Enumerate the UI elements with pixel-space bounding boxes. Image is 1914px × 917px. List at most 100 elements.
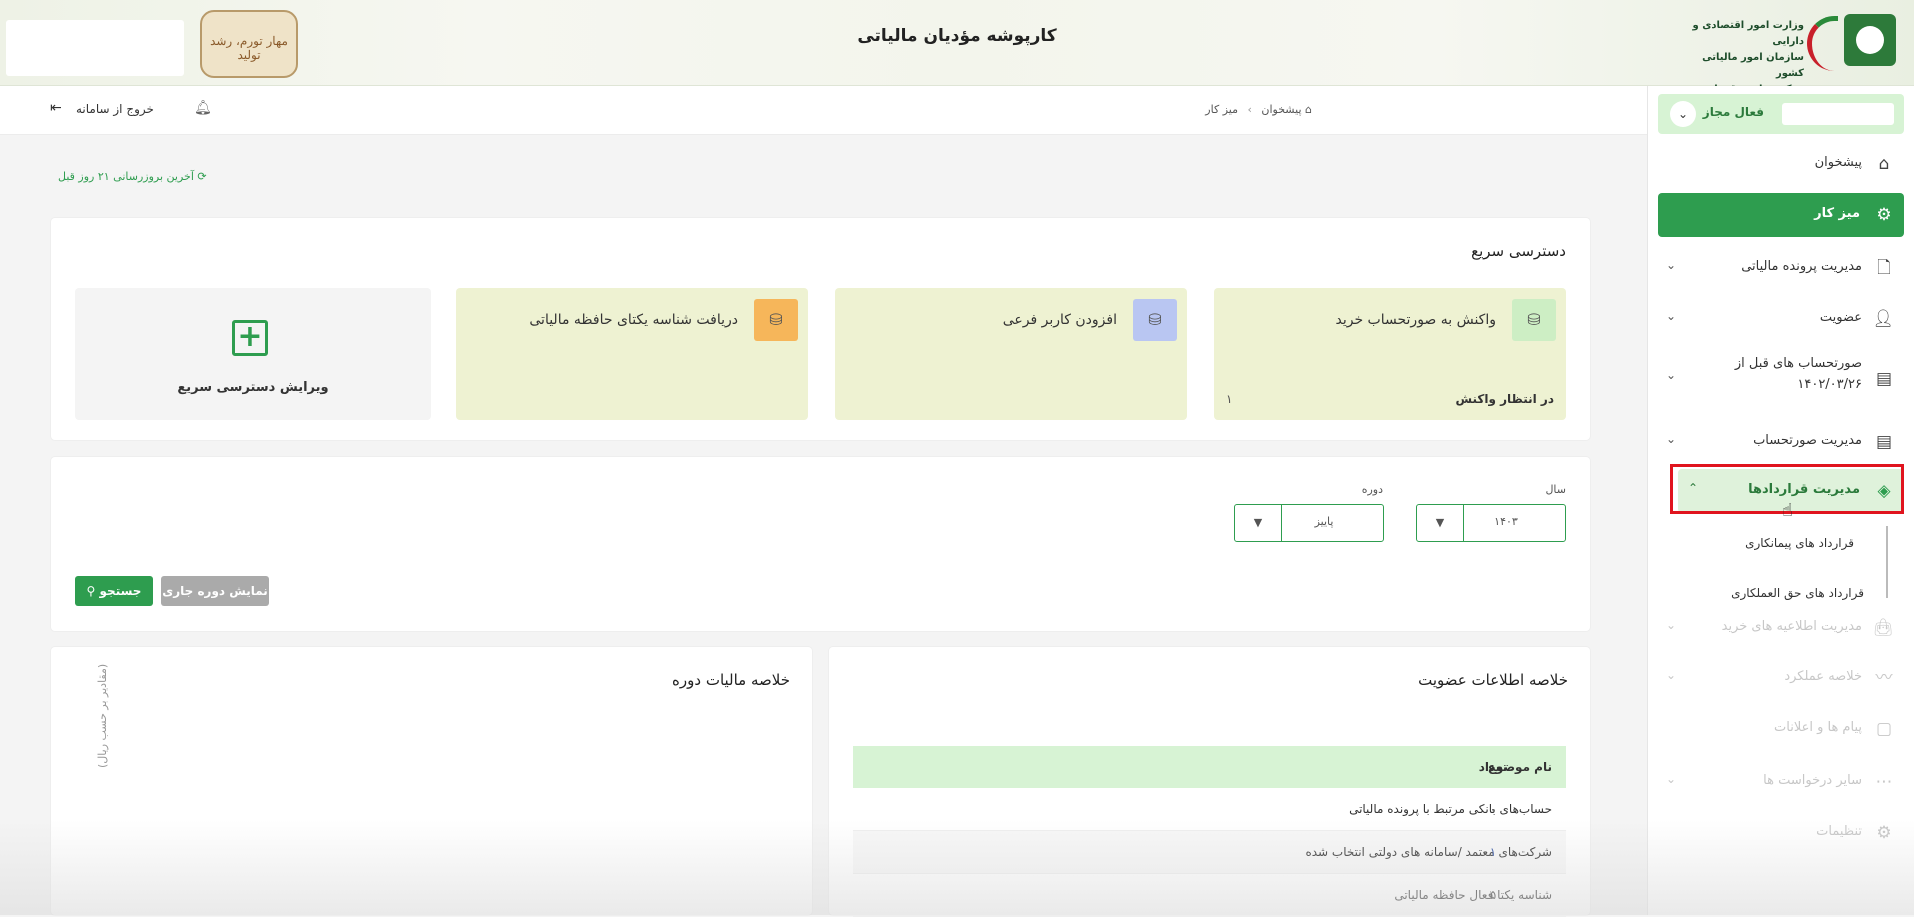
submenu-commission-contracts[interactable]: قرارداد های حق العملکاری [1731, 586, 1864, 600]
row-count-link[interactable]: ۱ [1453, 845, 1533, 859]
flag-icon [1807, 16, 1838, 71]
year-value: ۱۴۰۳ [1494, 515, 1518, 528]
membership-summary-card: خلاصه اطلاعات عضویت نام موضوع تعداد حساب… [829, 647, 1590, 917]
logout-icon[interactable]: ⇤ [50, 100, 62, 116]
sidebar-item-label: سایر درخواست ها [1763, 773, 1862, 788]
sidebar-item-label: مدیریت اطلاعیه های خرید [1721, 619, 1862, 634]
tile-label: افزودن کاربر فرعی [1002, 312, 1117, 328]
tile-label: واکنش به صورتحساب خرید [1335, 312, 1496, 328]
filter-card: سال ۱۴۰۳ ▼ دوره پاییز ▼ نمایش دوره جاری … [51, 457, 1590, 631]
coins-icon: ⛁ [1512, 299, 1556, 341]
row-count: ۰ [1489, 802, 1497, 816]
sidebar-item-label: خلاصه عملکرد [1784, 669, 1862, 684]
emblem-icon [1844, 14, 1896, 66]
edit-quick-access-label: ویرایش دسترسی سریع [177, 380, 329, 395]
sidebar-item-label: پیام ها و اعلانات [1774, 720, 1862, 735]
status-selector[interactable]: فعال مجاز ⌄ [1658, 94, 1904, 134]
sidebar-item-workspace[interactable]: ⚙ میز کار [1658, 193, 1904, 237]
sidebar-item-date: ۱۴۰۲/۰۳/۲۶ [1797, 377, 1862, 392]
tax-summary-card: خلاصه مالیات دوره [51, 647, 812, 915]
refresh-icon[interactable]: ⟳ [197, 170, 206, 183]
membership-summary-title: خلاصه اطلاعات عضویت [1418, 671, 1568, 689]
top-toolbar: خروج از سامانه ⇤ 🔔︎ ⌂ پیشخوان › میز کار [0, 86, 1647, 135]
file-icon: 🗋 [1877, 258, 1891, 278]
chevron-down-icon[interactable]: ⌄ [1670, 101, 1696, 127]
sidebar: فعال مجاز ⌄ ⌂ پیشخوان ⚙ میز کار 🗋 مدیریت… [1647, 86, 1914, 915]
sidebar-item-dashboard[interactable]: ⌂ پیشخوان [1648, 142, 1914, 186]
breadcrumb-home[interactable]: پیشخوان [1261, 103, 1301, 116]
sidebar-item-other-requests[interactable]: ⋯ سایر درخواست ها ⌄ [1648, 760, 1914, 804]
chevron-down-icon[interactable]: ▼ [1235, 505, 1282, 541]
plus-icon: + [232, 320, 268, 356]
sidebar-item-label: پیشخوان [1814, 155, 1862, 170]
bell-icon[interactable]: 🔔︎ [194, 100, 212, 116]
show-current-period-button[interactable]: نمایش دوره جاری [161, 576, 269, 606]
sidebar-item-membership[interactable]: 👤︎ عضویت ⌄ [1648, 297, 1914, 341]
sidebar-item-old-invoices[interactable]: ▤ صورتحساب های قبل از ۱۴۰۲/۰۳/۲۶ ⌄ [1648, 350, 1914, 408]
coins-icon: ⛁ [754, 299, 798, 341]
chevron-down-icon: ⌄ [1666, 618, 1677, 632]
home-icon: ⌂ [1878, 154, 1890, 174]
period-select[interactable]: پاییز ▼ [1234, 504, 1384, 542]
year-select[interactable]: ۱۴۰۳ ▼ [1416, 504, 1566, 542]
tile-get-tax-memory-id[interactable]: ⛁ دریافت شناسه یکتای حافظه مالیاتی [456, 288, 808, 420]
status-label: فعال مجاز [1702, 105, 1764, 119]
chart-y-axis-label: (مقادیر بر حسب ریال) [96, 663, 109, 768]
chart-icon: 〰 [1875, 668, 1893, 688]
home-icon: ⌂ [1301, 103, 1312, 116]
table-row: حساب‌های بانکی مرتبط با پرونده مالیاتی ۰ [853, 788, 1566, 831]
chevron-down-icon: ⌄ [1666, 258, 1677, 272]
period-value: پاییز [1314, 515, 1334, 528]
workspace-icon: ⚙ [1876, 205, 1892, 225]
last-update[interactable]: ⟳ آخرین بروزرسانی ۲۱ روز قبل [58, 170, 207, 183]
tile-add-sub-user[interactable]: ⛁ افزودن کاربر فرعی [835, 288, 1187, 420]
app-header: مهار تورم، رشد تولید کارپوشه مؤدیان مالی… [0, 0, 1914, 95]
quick-access-card: دسترسی سریع ⛁ واکنش به صورتحساب خرید در … [51, 218, 1590, 440]
chevron-left-icon: › [1247, 103, 1252, 116]
tax-summary-title: خلاصه مالیات دوره [672, 671, 790, 689]
sidebar-item-invoice-management[interactable]: ▤ مدیریت صورتحساب ⌄ [1648, 420, 1914, 464]
sidebar-item-label: صورتحساب های قبل از [1734, 356, 1862, 371]
message-icon: ▢ [1875, 719, 1893, 739]
chevron-down-icon: ⌄ [1666, 432, 1677, 446]
mouse-cursor-icon: ☝ [1782, 500, 1793, 521]
tile-label: دریافت شناسه یکتای حافظه مالیاتی [529, 312, 738, 328]
quick-access-title: دسترسی سریع [1471, 242, 1566, 260]
sidebar-item-label: میز کار [1814, 206, 1860, 221]
sidebar-item-settings[interactable]: ⚙ تنظیمات [1648, 811, 1914, 855]
logout-button[interactable]: خروج از سامانه [76, 102, 154, 116]
sidebar-item-label: عضویت [1819, 310, 1862, 325]
status-user-box [1782, 103, 1894, 125]
sidebar-item-performance-summary[interactable]: 〰 خلاصه عملکرد ⌄ [1648, 656, 1914, 700]
tile-purchase-invoice-reaction[interactable]: ⛁ واکنش به صورتحساب خرید در انتظار واکنش… [1214, 288, 1566, 420]
table-row: شناسه یکتا فعال حافظه مالیاتی ۵ [853, 874, 1566, 917]
invoice-icon: ▤ [1875, 369, 1893, 389]
gear-icon: ⚙ [1876, 823, 1892, 843]
chevron-down-icon: ⌄ [1666, 668, 1677, 682]
bag-icon: 👜︎ [1872, 618, 1894, 638]
tile-count: ۱ [1226, 392, 1233, 406]
organization-logo: وزارت امور اقتصادی و دارایی سازمان امور … [1678, 10, 1896, 95]
search-button[interactable]: جستجو ⚲ [75, 576, 153, 606]
chevron-down-icon[interactable]: ▼ [1417, 505, 1464, 541]
chevron-down-icon: ⌄ [1666, 309, 1677, 323]
sidebar-item-messages[interactable]: ▢ پیام ها و اعلانات [1648, 707, 1914, 751]
edit-quick-access-tile[interactable]: + ویرایش دسترسی سریع [75, 288, 431, 420]
submenu-contractor-contracts[interactable]: قرارداد های پیمانکاری [1745, 536, 1854, 550]
sidebar-item-label: تنظیمات [1816, 824, 1862, 839]
page-title: کارپوشه مؤدیان مالیاتی [857, 26, 1057, 46]
chevron-down-icon: ⌄ [1666, 368, 1677, 382]
invoice-icon: ▤ [1875, 432, 1893, 452]
coins-icon: ⛁ [1133, 299, 1177, 341]
table-row: شرکت‌های معتمد /سامانه های دولتی انتخاب … [853, 831, 1566, 874]
sidebar-item-purchase-notices[interactable]: 👜︎ مدیریت اطلاعیه های خرید ⌄ [1648, 606, 1914, 650]
breadcrumb-current: میز کار [1205, 103, 1238, 116]
period-label: دوره [1361, 483, 1383, 496]
table-header: نام موضوع تعداد [853, 746, 1566, 788]
row-count: ۵ [1489, 888, 1497, 902]
submenu-line [1886, 526, 1888, 598]
chevron-down-icon: ⌄ [1666, 772, 1677, 786]
year-label: سال [1545, 483, 1566, 496]
more-icon: ⋯ [1875, 772, 1893, 792]
sidebar-item-tax-file[interactable]: 🗋 مدیریت پرونده مالیاتی ⌄ [1648, 246, 1914, 290]
